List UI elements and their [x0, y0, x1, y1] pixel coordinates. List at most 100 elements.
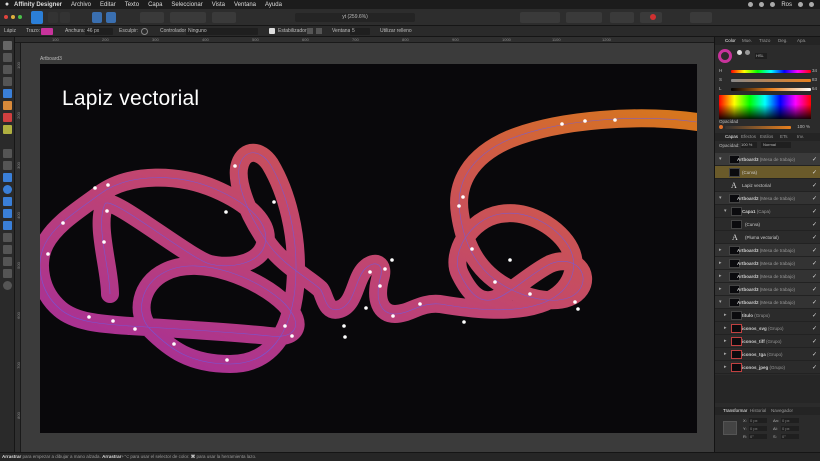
search-icon[interactable]	[798, 2, 803, 7]
export-persona-icon[interactable]	[60, 12, 70, 23]
preferences-icon[interactable]	[106, 12, 116, 23]
align-group[interactable]	[520, 12, 560, 23]
visibility-check-icon[interactable]: ✓	[812, 156, 817, 163]
menu-seleccionar[interactable]: Seleccionar	[171, 2, 202, 8]
expand-icon[interactable]: ▸	[724, 364, 727, 370]
menu-capa[interactable]: Capa	[148, 2, 162, 8]
node-point[interactable]	[343, 335, 347, 339]
node-point[interactable]	[102, 240, 106, 244]
node-point[interactable]	[378, 284, 382, 288]
expand-icon[interactable]: ▾	[719, 156, 722, 162]
layer-row[interactable]: ▸ Artboard3 (Mesa de trabajo) ✓	[715, 257, 820, 270]
apple-icon[interactable]: ●	[0, 1, 14, 8]
node-point[interactable]	[224, 210, 228, 214]
layer-row[interactable]: ▾ Artboard2 (Mesa de trabajo) ✓	[715, 296, 820, 309]
node-point[interactable]	[613, 118, 617, 122]
artboard[interactable]: Lapiz vectorial	[40, 64, 697, 433]
control-center-icon[interactable]	[809, 2, 814, 7]
tab-inverse[interactable]: Inv.	[797, 134, 804, 139]
tab-stroke[interactable]: Trazo	[759, 38, 770, 43]
node-point[interactable]	[87, 315, 91, 319]
node-point[interactable]	[105, 209, 109, 213]
node-point[interactable]	[172, 342, 176, 346]
visibility-check-icon[interactable]: ✓	[812, 169, 817, 176]
geometry-group[interactable]	[610, 12, 634, 23]
snap-group[interactable]	[170, 12, 206, 23]
s-value[interactable]: 83	[812, 77, 817, 82]
node-point[interactable]	[508, 258, 512, 262]
s-field[interactable]: 0°	[781, 434, 799, 439]
expand-icon[interactable]: ▸	[719, 247, 722, 253]
visibility-check-icon[interactable]: ✓	[812, 312, 817, 319]
designer-persona-icon[interactable]	[31, 11, 43, 24]
node-point[interactable]	[233, 164, 237, 168]
tab-transform[interactable]: Transformar	[723, 408, 747, 413]
node-tool-icon[interactable]	[3, 53, 12, 62]
node-point[interactable]	[342, 324, 346, 328]
layer-row[interactable]: ▸ Artboard3 (Mesa de trabajo) ✓	[715, 283, 820, 296]
node-point[interactable]	[461, 195, 465, 199]
visibility-check-icon[interactable]: ✓	[812, 260, 817, 267]
document-setup-icon[interactable]	[92, 12, 102, 23]
layer-row[interactable]: (Curva) ✓	[715, 166, 820, 179]
star-tool-icon[interactable]	[3, 221, 12, 230]
opacity-value[interactable]: 100 %	[797, 124, 810, 129]
layer-row[interactable]: ▾ Artboard2 (Mesa de trabajo) ✓	[715, 192, 820, 205]
tab-navigator[interactable]: Navegador	[771, 408, 793, 413]
node-point[interactable]	[368, 270, 372, 274]
h-value[interactable]: 34	[812, 68, 817, 73]
node-point[interactable]	[573, 300, 577, 304]
pen-tool-icon[interactable]	[3, 77, 12, 86]
minimize-window-icon[interactable]	[11, 15, 15, 19]
stroke-fill-selector[interactable]	[718, 49, 732, 63]
place-tool-icon[interactable]	[3, 161, 12, 170]
saturation-slider[interactable]	[731, 79, 811, 82]
status-icon[interactable]	[748, 2, 754, 7]
pencil-stroke-curve[interactable]	[40, 64, 697, 433]
node-point[interactable]	[418, 302, 422, 306]
layer-row[interactable]: (Curva) ✓	[715, 218, 820, 231]
fill-tool-icon[interactable]	[3, 113, 12, 122]
rope-mode-icon[interactable]	[307, 28, 313, 34]
tab-effects[interactable]: Efectos	[741, 134, 756, 139]
y-field[interactable]: 0 px	[749, 426, 767, 431]
l-value[interactable]: 64	[812, 86, 817, 91]
menu-archivo[interactable]: Archivo	[71, 2, 91, 8]
node-point[interactable]	[106, 183, 110, 187]
node-point[interactable]	[457, 204, 461, 208]
move-tool-icon[interactable]	[3, 41, 12, 50]
layer-row[interactable]: A (Pluma vectorial) ✓	[715, 231, 820, 244]
layer-row[interactable]: ▸ iconos_svg (Grupo) ✓	[715, 322, 820, 335]
visibility-check-icon[interactable]: ✓	[812, 299, 817, 306]
expand-icon[interactable]: ▾	[719, 195, 722, 201]
node-point[interactable]	[576, 307, 580, 311]
current-color-dot[interactable]	[719, 125, 723, 129]
layer-opacity-field[interactable]: 100 %	[741, 142, 757, 148]
color-mode-select[interactable]: HSL	[755, 53, 767, 59]
color-spectrum[interactable]	[719, 95, 811, 119]
visibility-check-icon[interactable]: ✓	[812, 221, 817, 228]
stroke-color-icon[interactable]	[650, 14, 656, 20]
node-point[interactable]	[290, 334, 294, 338]
battery-icon[interactable]	[770, 2, 776, 7]
transparency-tool-icon[interactable]	[3, 125, 12, 134]
layer-row[interactable]: ▸ iconos_jpeg (Grupo) ✓	[715, 361, 820, 374]
tab-history[interactable]: Historial	[750, 408, 766, 413]
expand-icon[interactable]: ▸	[719, 273, 722, 279]
visibility-check-icon[interactable]: ✓	[812, 208, 817, 215]
corner-tool-icon[interactable]	[3, 65, 12, 74]
node-point[interactable]	[61, 221, 65, 225]
artistic-text-tool-icon[interactable]	[3, 233, 12, 242]
rectangle-tool-icon[interactable]	[3, 173, 12, 182]
zoom-tool-icon[interactable]	[3, 281, 12, 290]
tab-swatches[interactable]: Mue.	[742, 38, 752, 43]
layer-row[interactable]: ▸ Artboard3 (Mesa de trabajo) ✓	[715, 244, 820, 257]
hue-slider[interactable]	[731, 70, 811, 73]
menu-vista[interactable]: Vista	[212, 2, 225, 8]
anchor-selector[interactable]	[723, 421, 737, 435]
node-point[interactable]	[133, 327, 137, 331]
tab-styles[interactable]: Estilos	[760, 134, 773, 139]
node-point[interactable]	[272, 200, 276, 204]
lightness-slider[interactable]	[731, 88, 811, 91]
layer-row[interactable]: ▸ iconos_tiff (Grupo) ✓	[715, 335, 820, 348]
